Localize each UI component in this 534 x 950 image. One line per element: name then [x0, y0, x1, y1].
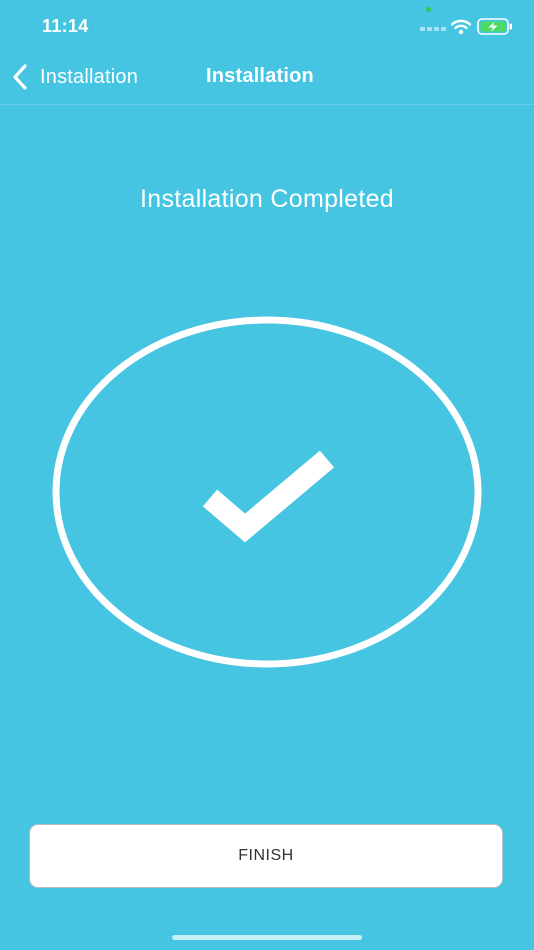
back-label: Installation	[40, 65, 139, 88]
status-bar: 11:14	[0, 0, 534, 50]
chevron-left-icon	[13, 64, 27, 90]
privacy-indicator-dot	[426, 7, 431, 12]
finish-button[interactable]: FINISH	[29, 824, 503, 888]
signal-icon	[420, 27, 446, 31]
home-indicator[interactable]	[172, 935, 362, 940]
battery-charging-icon	[477, 18, 512, 35]
check-circle-icon	[52, 316, 482, 668]
wifi-icon	[451, 19, 471, 35]
page-title: Installation	[206, 65, 314, 87]
status-time: 11:14	[42, 16, 89, 36]
back-button[interactable]: Installation	[10, 62, 138, 92]
navigation-bar: Installation Installation	[0, 50, 534, 105]
installation-status-heading: Installation Completed	[140, 185, 394, 213]
